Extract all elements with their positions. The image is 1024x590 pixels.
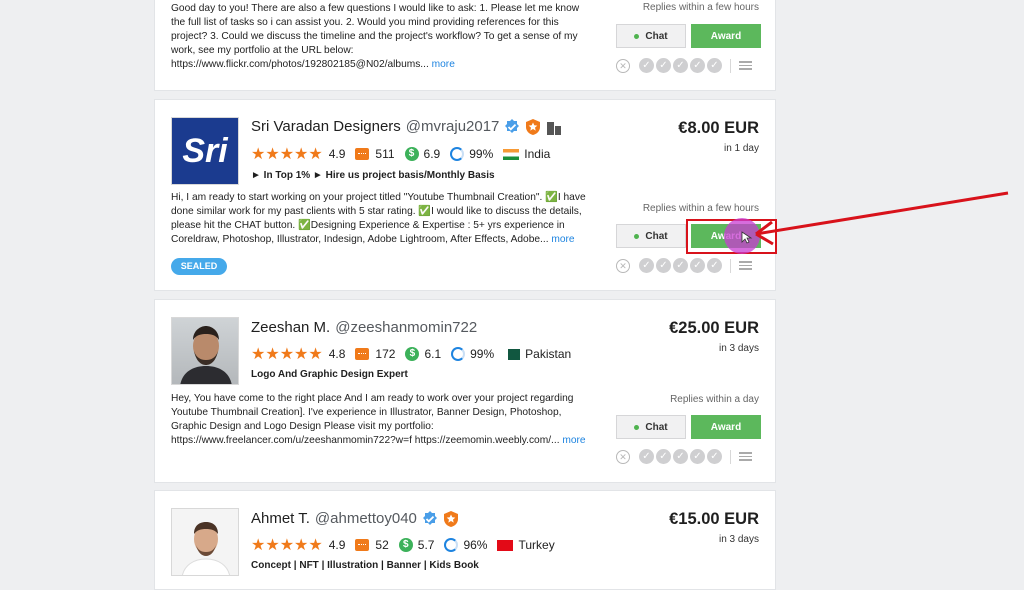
- annotation-arrow-icon: [741, 191, 1009, 246]
